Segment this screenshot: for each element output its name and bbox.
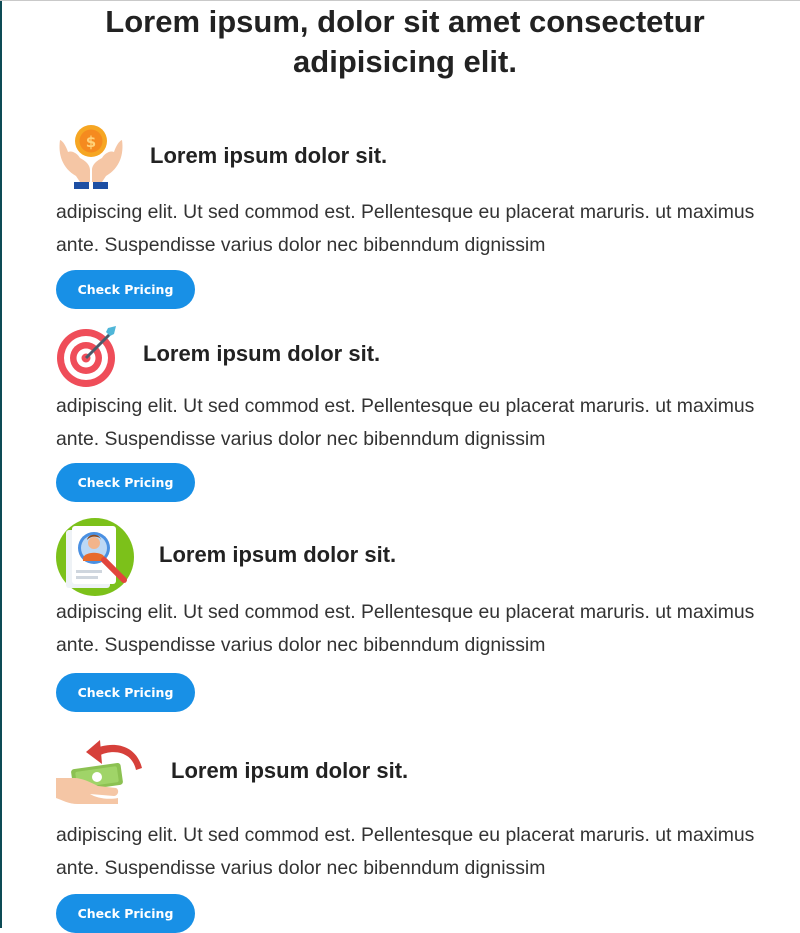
window-edge-left — [0, 0, 2, 928]
window-edge-top — [0, 0, 800, 1]
hands-coin-icon: $ — [56, 124, 126, 192]
target-dart-icon — [56, 324, 120, 388]
feature-heading: Lorem ipsum dolor sit. — [150, 143, 388, 168]
money-refund-icon — [56, 738, 148, 808]
feature-card: Lorem ipsum dolor sit. adipiscing elit. … — [56, 518, 766, 718]
check-pricing-button[interactable]: Check Pricing — [56, 894, 195, 933]
feature-heading: Lorem ipsum dolor sit. — [159, 542, 397, 567]
feature-card: Lorem ipsum dolor sit. adipiscing elit. … — [56, 738, 766, 933]
check-pricing-button[interactable]: Check Pricing — [56, 270, 195, 309]
feature-description: adipiscing elit. Ut sed commod est. Pell… — [56, 824, 755, 879]
feature-heading: Lorem ipsum dolor sit. — [171, 758, 409, 783]
feature-description: adipiscing elit. Ut sed commod est. Pell… — [56, 201, 755, 256]
check-pricing-button[interactable]: Check Pricing — [56, 673, 195, 712]
page-title: Lorem ipsum, dolor sit amet consectetur … — [105, 4, 705, 79]
feature-description: adipiscing elit. Ut sed commod est. Pell… — [56, 395, 755, 450]
feature-card: $ Lorem ipsum dolor sit. adipiscing elit… — [56, 124, 766, 314]
feature-description: adipiscing elit. Ut sed commod est. Pell… — [56, 601, 755, 656]
check-pricing-button[interactable]: Check Pricing — [56, 463, 195, 502]
profile-search-icon — [56, 518, 136, 598]
svg-text:$: $ — [86, 133, 96, 151]
feature-heading: Lorem ipsum dolor sit. — [143, 341, 381, 366]
feature-card: Lorem ipsum dolor sit. adipiscing elit. … — [56, 324, 766, 504]
